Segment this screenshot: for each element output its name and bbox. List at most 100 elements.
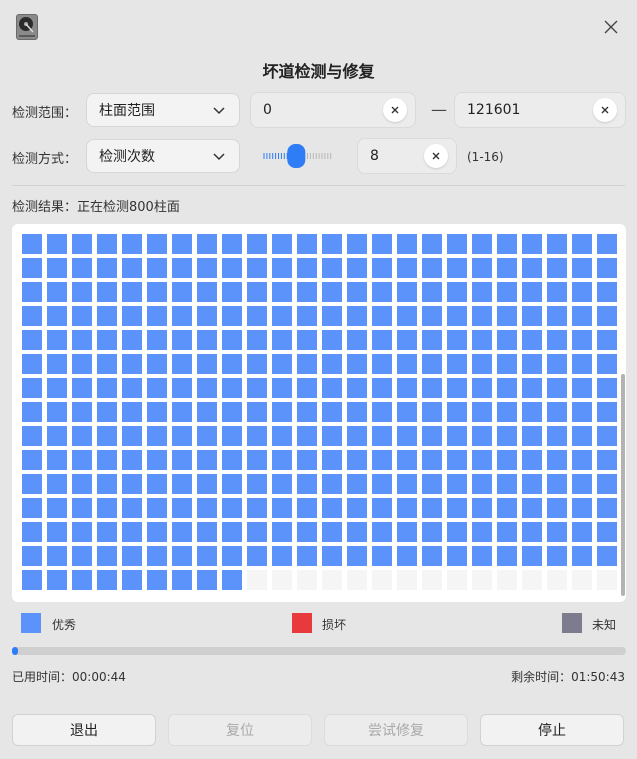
cylinder-cell (222, 330, 242, 350)
cylinder-cell (472, 402, 492, 422)
clear-range-start-button[interactable] (383, 98, 407, 122)
range-start-field[interactable]: 0 (250, 92, 416, 128)
cylinder-cell (172, 234, 192, 254)
cylinder-cell (497, 330, 517, 350)
cylinder-cell (572, 402, 592, 422)
cylinder-cell (347, 450, 367, 470)
clear-range-end-button[interactable] (593, 98, 617, 122)
cylinder-cell (172, 402, 192, 422)
cylinder-cell (322, 234, 342, 254)
cylinder-cell (522, 330, 542, 350)
cylinder-cell (47, 498, 67, 518)
cylinder-cell (397, 570, 417, 590)
cylinder-cell (422, 474, 442, 494)
cylinder-cell (122, 234, 142, 254)
cylinder-cell (247, 402, 267, 422)
cylinder-cell (422, 450, 442, 470)
cylinder-cell (22, 282, 42, 302)
cylinder-cell (422, 306, 442, 326)
cylinder-cell (97, 474, 117, 494)
cylinder-cell (222, 258, 242, 278)
cylinder-cell (347, 306, 367, 326)
cylinder-cell (347, 234, 367, 254)
cylinder-cell (322, 402, 342, 422)
cylinder-cell (247, 234, 267, 254)
cylinder-cell (597, 258, 617, 278)
close-button[interactable] (598, 14, 624, 40)
grid-scrollbar[interactable] (621, 374, 625, 596)
cylinder-cell (122, 258, 142, 278)
cylinder-cell (97, 234, 117, 254)
cylinder-cell (397, 378, 417, 398)
clear-count-button[interactable] (424, 144, 448, 168)
cylinder-cell (222, 546, 242, 566)
cylinder-cell (597, 282, 617, 302)
cylinder-cell (322, 546, 342, 566)
range-end-field[interactable]: 121601 (454, 92, 626, 128)
method-mode-select[interactable]: 检测次数 (86, 139, 240, 173)
cylinder-cell (347, 546, 367, 566)
cylinder-cell (72, 402, 92, 422)
legend-bad-label: 损坏 (322, 618, 347, 632)
cylinder-cell (522, 354, 542, 374)
cylinder-cell (597, 330, 617, 350)
cylinder-cell (122, 378, 142, 398)
cylinder-cell (472, 330, 492, 350)
cylinder-cell (147, 402, 167, 422)
cylinder-cell (447, 450, 467, 470)
cylinder-cell (197, 474, 217, 494)
cylinder-cell (397, 450, 417, 470)
cylinder-cell (447, 426, 467, 446)
cylinder-cell (497, 354, 517, 374)
result-label: 检测结果： (12, 200, 78, 215)
cylinder-cell (422, 498, 442, 518)
try-repair-button[interactable]: 尝试修复 (324, 714, 468, 746)
stop-button[interactable]: 停止 (480, 714, 624, 746)
reset-button[interactable]: 复位 (168, 714, 312, 746)
cylinder-cell (22, 498, 42, 518)
cylinder-cell (422, 402, 442, 422)
cylinder-cell (47, 282, 67, 302)
cylinder-cell (297, 474, 317, 494)
range-mode-select[interactable]: 柱面范围 (86, 93, 240, 127)
cylinder-cell (197, 498, 217, 518)
cylinder-cell (472, 306, 492, 326)
cylinder-cell (572, 282, 592, 302)
result-status: 检测结果：正在检测800柱面 (12, 196, 180, 215)
cylinder-cell (397, 234, 417, 254)
cylinder-cell (297, 402, 317, 422)
cylinder-cell (372, 426, 392, 446)
cylinder-cell (347, 354, 367, 374)
cylinder-cell (172, 474, 192, 494)
cylinder-cell (347, 474, 367, 494)
cylinder-cell (447, 474, 467, 494)
cylinder-cell (397, 426, 417, 446)
cylinder-cell (72, 498, 92, 518)
cylinder-cell (572, 546, 592, 566)
count-field[interactable]: 8 (357, 138, 457, 174)
cylinder-cell (372, 330, 392, 350)
cylinder-cell (497, 234, 517, 254)
cylinder-cell (372, 234, 392, 254)
cylinder-cell (72, 330, 92, 350)
cylinder-cell (347, 498, 367, 518)
cylinder-grid-panel[interactable] (12, 224, 626, 602)
cylinder-cell (47, 426, 67, 446)
cylinder-cell (422, 354, 442, 374)
cylinder-cell (72, 378, 92, 398)
exit-button[interactable]: 退出 (12, 714, 156, 746)
cylinder-cell (47, 234, 67, 254)
cylinder-cell (447, 402, 467, 422)
chevron-down-icon (213, 107, 225, 115)
cylinder-cell (22, 402, 42, 422)
cylinder-cell (547, 402, 567, 422)
cylinder-cell (197, 570, 217, 590)
cylinder-cell (97, 282, 117, 302)
cylinder-cell (447, 522, 467, 542)
cylinder-cell (72, 450, 92, 470)
cylinder-cell (247, 306, 267, 326)
cylinder-cell (122, 570, 142, 590)
count-slider[interactable] (262, 142, 334, 170)
close-icon (604, 20, 618, 34)
legend-unknown-label: 未知 (592, 618, 617, 632)
